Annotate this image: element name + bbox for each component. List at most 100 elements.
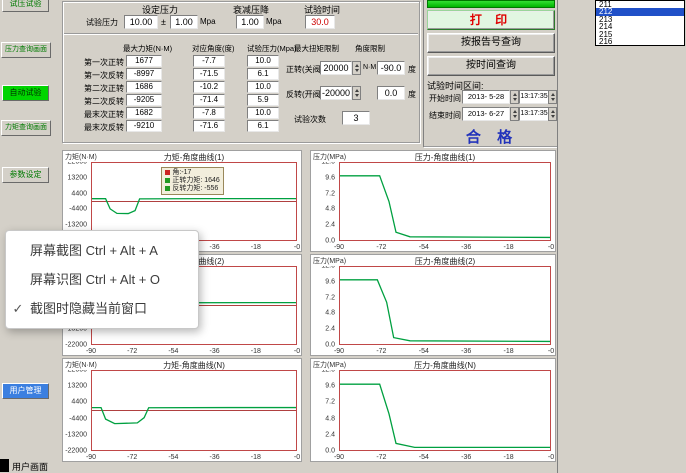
reverse-angle-input[interactable]: 0.0: [377, 86, 405, 100]
tolerance-input[interactable]: 1.00: [170, 15, 198, 29]
col-header-angle: 对应角度(度): [192, 43, 235, 54]
chart-y-ticks: 12.09.67.24.82.40.0: [311, 266, 337, 345]
chart-y-ticks: 12.09.67.24.82.40.0: [311, 162, 337, 241]
chart-y-axis-label: 压力(MPa): [313, 152, 346, 162]
reverse-torque-spinner[interactable]: [352, 86, 361, 100]
y-tick-label: 4.8: [325, 206, 335, 213]
col-header-pressure: 试验压力(Mpa): [247, 43, 297, 54]
x-tick-label: -54: [419, 348, 429, 355]
x-tick-label: -36: [210, 348, 220, 355]
query-by-report-button[interactable]: 按报告号查询: [427, 33, 555, 53]
end-date-spinner[interactable]: [510, 107, 519, 121]
x-tick-label: -18: [251, 244, 261, 251]
sidebar-item-torque-query[interactable]: 力矩查询画面: [1, 120, 51, 136]
x-tick-label: -72: [376, 244, 386, 251]
reverse-torque-input[interactable]: -20000: [320, 86, 352, 100]
y-tick-label: -4400: [69, 206, 87, 213]
sidebar-item-pressure-test[interactable]: 试压试验: [2, 0, 49, 12]
plus-minus-label: ±: [161, 17, 166, 27]
chart-x-ticks: -90-72-54-36-18-0: [339, 241, 551, 251]
pressure-angle-chart-2: 压力-角度曲线(2)压力(MPa)12.09.67.24.82.40.0-90-…: [310, 254, 556, 356]
legend-text: 角:-17: [172, 169, 191, 177]
x-tick-label: -90: [334, 348, 344, 355]
x-tick-label: -36: [461, 454, 471, 461]
chart-plot-area: [339, 162, 551, 241]
qualified-status-label: 合 格: [427, 126, 557, 147]
forward-torque-spinner[interactable]: [352, 61, 361, 75]
result-torque-value: -9205: [126, 94, 162, 106]
x-tick-label: -0: [294, 244, 300, 251]
context-menu-item[interactable]: ✓截图时隐藏当前窗口: [6, 294, 198, 323]
test-count-input[interactable]: 3: [342, 111, 370, 125]
unit-mpa-2: Mpa: [266, 17, 282, 26]
result-row-label: 最末次反转: [78, 122, 124, 133]
start-time-input[interactable]: 13:17:35: [519, 90, 549, 104]
x-tick-label: -90: [86, 454, 96, 461]
col-header-max-torque: 最大力矩(N·M): [123, 43, 172, 54]
legend-row: 角:-17: [165, 169, 219, 177]
check-placeholder: [6, 265, 30, 294]
x-tick-label: -72: [376, 348, 386, 355]
y-tick-label: -22000: [65, 342, 87, 349]
result-row-label: 第一次反转: [78, 70, 124, 81]
result-row-label: 第二次正转: [78, 83, 124, 94]
result-torque-value: 1677: [126, 55, 162, 67]
test-time-input[interactable]: 30.0: [305, 15, 335, 29]
chart-plot-area: [91, 370, 297, 451]
decay-pressure-input[interactable]: 1.00: [236, 15, 264, 29]
x-tick-label: -90: [86, 348, 96, 355]
result-row-label: 最末次正转: [78, 109, 124, 120]
chart-y-axis-label: 力矩(N·M): [65, 152, 97, 162]
test-count-label: 试验次数: [294, 114, 326, 125]
x-tick-label: -54: [168, 348, 178, 355]
result-pressure-value: 10.0: [247, 55, 279, 67]
test-pressure-input[interactable]: 10.00: [124, 15, 158, 29]
report-list-item[interactable]: 216: [596, 38, 684, 45]
print-button[interactable]: 打 印: [427, 10, 555, 30]
end-time-input[interactable]: 13:17:35: [519, 107, 549, 121]
y-tick-label: 4400: [71, 399, 87, 406]
start-date-spinner[interactable]: [510, 90, 519, 104]
end-date-input[interactable]: 2013- 6-27: [462, 107, 510, 121]
result-pressure-value: 5.9: [247, 94, 279, 106]
result-torque-value: -9210: [126, 120, 162, 132]
result-torque-value: 1686: [126, 81, 162, 93]
x-tick-label: -90: [334, 454, 344, 461]
y-tick-label: 2.4: [325, 431, 335, 438]
result-pressure-value: 10.0: [247, 107, 279, 119]
x-tick-label: -36: [461, 348, 471, 355]
sidebar-item-auto-test[interactable]: 自动试验: [2, 85, 49, 101]
forward-close-label: 正转(关阀): [286, 64, 323, 75]
chart-x-ticks: -90-72-54-36-18-0: [339, 451, 551, 461]
result-pressure-value: 6.1: [247, 68, 279, 80]
x-tick-label: -90: [334, 244, 344, 251]
chart-legend: 角:-17正转力矩: 1646反转力矩: -556: [161, 167, 223, 195]
result-row-label: 第二次反转: [78, 96, 124, 107]
sidebar-item-pressure-query[interactable]: 压力查询画面: [1, 42, 51, 58]
sidebar-item-parameter-setting[interactable]: 参数设定: [2, 167, 49, 183]
chart-y-axis-label: 力矩(N·M): [65, 360, 97, 370]
chart-y-ticks: 12.09.67.24.82.40.0: [311, 370, 337, 451]
x-tick-label: -72: [127, 454, 137, 461]
forward-angle-input[interactable]: -90.0: [377, 61, 405, 75]
reverse-deg-label: 度: [408, 89, 416, 100]
vertical-divider-left: [423, 0, 424, 147]
result-pressure-value: 10.0: [247, 81, 279, 93]
sidebar-item-user-management[interactable]: 用户管理: [2, 383, 49, 399]
start-time-spinner[interactable]: [548, 90, 557, 104]
end-time-spinner[interactable]: [548, 107, 557, 121]
forward-torque-input[interactable]: 20000: [320, 61, 352, 75]
y-tick-label: 4.8: [325, 415, 335, 422]
report-listbox[interactable]: 211212213214215216: [595, 0, 685, 46]
start-date-input[interactable]: 2013- 5-28: [462, 90, 510, 104]
x-tick-label: -0: [548, 454, 554, 461]
x-tick-label: -0: [548, 244, 554, 251]
x-tick-label: -36: [461, 244, 471, 251]
chart-plot-area: [339, 370, 551, 451]
result-torque-value: 1682: [126, 107, 162, 119]
context-menu-item[interactable]: 屏幕识图 Ctrl + Alt + O: [6, 265, 198, 294]
query-by-time-button[interactable]: 按时间查询: [427, 56, 555, 76]
sidebar-item-user-screen[interactable]: 用户画面: [12, 460, 48, 473]
context-menu-item[interactable]: 屏幕截图 Ctrl + Alt + A: [6, 236, 198, 265]
start-time-label: 开始时间: [429, 93, 461, 104]
